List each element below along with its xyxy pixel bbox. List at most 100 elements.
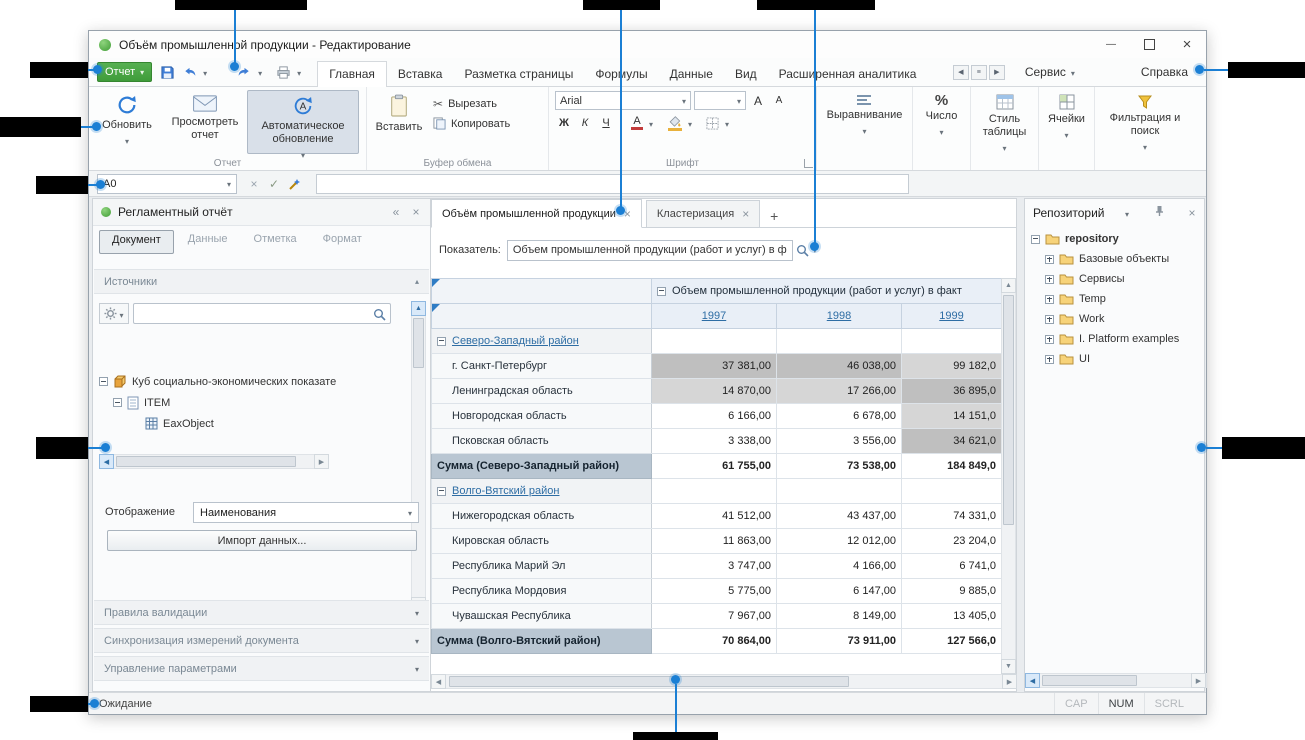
value-cell[interactable]: 4 166,00 — [777, 554, 902, 579]
filter-search-button[interactable]: Фильтрация и поиск — [1095, 87, 1195, 170]
collapse-column-icon[interactable] — [657, 287, 666, 296]
help-menu[interactable]: Справка — [1133, 65, 1196, 79]
row-label[interactable]: Псковская область — [432, 429, 652, 454]
new-tab-button[interactable] — [764, 205, 784, 227]
year-link[interactable]: 1998 — [827, 310, 851, 322]
tree-item-eaxobject[interactable]: EaxObject — [99, 413, 400, 434]
scroll-down-icon[interactable]: ▼ — [1001, 659, 1016, 674]
repo-tree-item[interactable]: Temp — [1031, 289, 1198, 309]
repo-tree-item[interactable]: Базовые объекты — [1031, 249, 1198, 269]
fill-color-button[interactable] — [664, 114, 685, 132]
row-label[interactable]: Новгородская область — [432, 404, 652, 429]
preview-report-button[interactable]: Просмотреть отчет — [163, 90, 247, 154]
sources-section-header[interactable]: Источники ▴ — [94, 269, 429, 294]
formula-input[interactable] — [316, 174, 909, 194]
report-menu-button[interactable]: Отчет — [97, 62, 152, 82]
paste-button[interactable]: Вставить — [369, 90, 429, 154]
scroll-thumb[interactable] — [1042, 675, 1137, 686]
value-cell[interactable]: 184 849,0 — [902, 454, 1002, 479]
ribbon-tab-data[interactable]: Данные — [659, 62, 724, 87]
scroll-thumb[interactable] — [116, 456, 296, 467]
close-tab-icon[interactable] — [624, 207, 631, 221]
chevron-down-icon[interactable] — [688, 116, 692, 130]
save-button[interactable] — [159, 64, 176, 81]
row-label[interactable]: Кировская область — [432, 529, 652, 554]
table-style-button[interactable]: Стиль таблицы — [971, 87, 1039, 170]
repo-tree-item[interactable]: Work — [1031, 309, 1198, 329]
close-panel-icon[interactable]: × — [1182, 206, 1202, 220]
scroll-right-icon[interactable]: ▶ — [1191, 673, 1206, 688]
value-cell[interactable]: 73 911,00 — [777, 629, 902, 654]
expand-node-icon[interactable] — [1045, 335, 1054, 344]
collapse-node-icon[interactable] — [113, 398, 122, 407]
search-input[interactable] — [133, 303, 391, 324]
value-cell[interactable] — [902, 479, 1002, 504]
row-label[interactable]: Сумма (Волго-Вятский район) — [432, 629, 652, 654]
number-button[interactable]: % Число — [913, 87, 971, 170]
scroll-thumb[interactable] — [1003, 295, 1014, 525]
row-label[interactable]: Ленинградская область — [432, 379, 652, 404]
service-menu[interactable]: Сервис — [1017, 65, 1083, 79]
doc-tab-clustering[interactable]: Кластеризация — [646, 200, 760, 227]
pin-icon[interactable] — [1149, 205, 1169, 220]
value-cell[interactable] — [777, 479, 902, 504]
value-cell[interactable]: 99 182,0 — [902, 354, 1002, 379]
cancel-entry-icon[interactable]: × — [245, 174, 263, 194]
ribbon-tab-advanced-analytics[interactable]: Расширенная аналитика — [768, 62, 928, 87]
indicator-input[interactable]: Объем промышленной продукции (работ и ус… — [507, 240, 793, 261]
value-cell[interactable] — [652, 329, 777, 354]
panel-menu-icon[interactable] — [1117, 206, 1137, 220]
value-cell[interactable]: 70 864,00 — [652, 629, 777, 654]
scroll-left-icon[interactable]: ◀ — [1025, 673, 1040, 688]
value-cell[interactable]: 3 338,00 — [652, 429, 777, 454]
value-cell[interactable]: 127 566,0 — [902, 629, 1002, 654]
collapse-group-icon[interactable] — [437, 487, 446, 496]
refresh-button[interactable]: Обновить — [91, 90, 163, 154]
value-cell[interactable]: 3 556,00 — [777, 429, 902, 454]
expand-node-icon[interactable] — [1045, 315, 1054, 324]
repo-tree-item[interactable]: I. Platform examples — [1031, 329, 1198, 349]
tab-mark[interactable]: Отметка — [242, 230, 309, 254]
year-link[interactable]: 1999 — [939, 310, 963, 322]
italic-button[interactable]: К — [576, 114, 594, 132]
decrease-font-button[interactable]: A — [770, 92, 788, 110]
value-cell[interactable]: 34 621,0 — [902, 429, 1002, 454]
auto-update-button[interactable]: A Автоматическое обновление — [247, 90, 359, 154]
collapse-node-icon[interactable] — [99, 377, 108, 386]
print-button[interactable] — [275, 64, 292, 81]
region-link[interactable]: Волго-Вятский район — [452, 485, 560, 497]
value-cell[interactable] — [777, 329, 902, 354]
repo-root[interactable]: repository — [1031, 229, 1198, 249]
row-label[interactable]: Республика Мордовия — [432, 579, 652, 604]
tab-data[interactable]: Данные — [176, 230, 240, 254]
expand-node-icon[interactable] — [1045, 295, 1054, 304]
value-cell[interactable]: 37 381,00 — [652, 354, 777, 379]
redo-dropdown-icon[interactable] — [258, 65, 262, 79]
scroll-left-icon[interactable]: ◀ — [431, 674, 446, 689]
value-cell[interactable]: 8 149,00 — [777, 604, 902, 629]
print-dropdown-icon[interactable] — [297, 65, 301, 79]
validation-rules-section[interactable]: Правила валидации — [94, 600, 429, 625]
value-cell[interactable]: 3 747,00 — [652, 554, 777, 579]
expand-node-icon[interactable] — [1045, 255, 1054, 264]
font-family-select[interactable]: Arial — [555, 91, 691, 110]
display-mode-select[interactable]: Наименования — [193, 502, 419, 523]
value-cell[interactable]: 61 755,00 — [652, 454, 777, 479]
row-label[interactable]: г. Санкт-Петербург — [432, 354, 652, 379]
underline-button[interactable]: Ч — [597, 114, 615, 132]
cut-button[interactable]: ✂ Вырезать — [429, 96, 514, 112]
collapse-node-icon[interactable] — [1031, 235, 1040, 244]
value-cell[interactable]: 9 885,0 — [902, 579, 1002, 604]
table-title-cell[interactable]: Объем промышленной продукции (работ и ус… — [652, 279, 1002, 304]
alignment-button[interactable]: Выравнивание — [817, 87, 913, 170]
repo-tree-item[interactable]: Сервисы — [1031, 269, 1198, 289]
maximize-button[interactable] — [1130, 31, 1168, 58]
region-link[interactable]: Северо-Западный район — [452, 335, 579, 347]
bold-button[interactable]: Ж — [555, 114, 573, 132]
tab-format[interactable]: Формат — [311, 230, 374, 254]
function-wizard-icon[interactable] — [285, 174, 303, 194]
scroll-up-icon[interactable]: ▲ — [1001, 278, 1016, 293]
increase-font-button[interactable]: A — [749, 92, 767, 110]
cells-button[interactable]: Ячейки — [1039, 87, 1095, 170]
value-cell[interactable]: 43 437,00 — [777, 504, 902, 529]
